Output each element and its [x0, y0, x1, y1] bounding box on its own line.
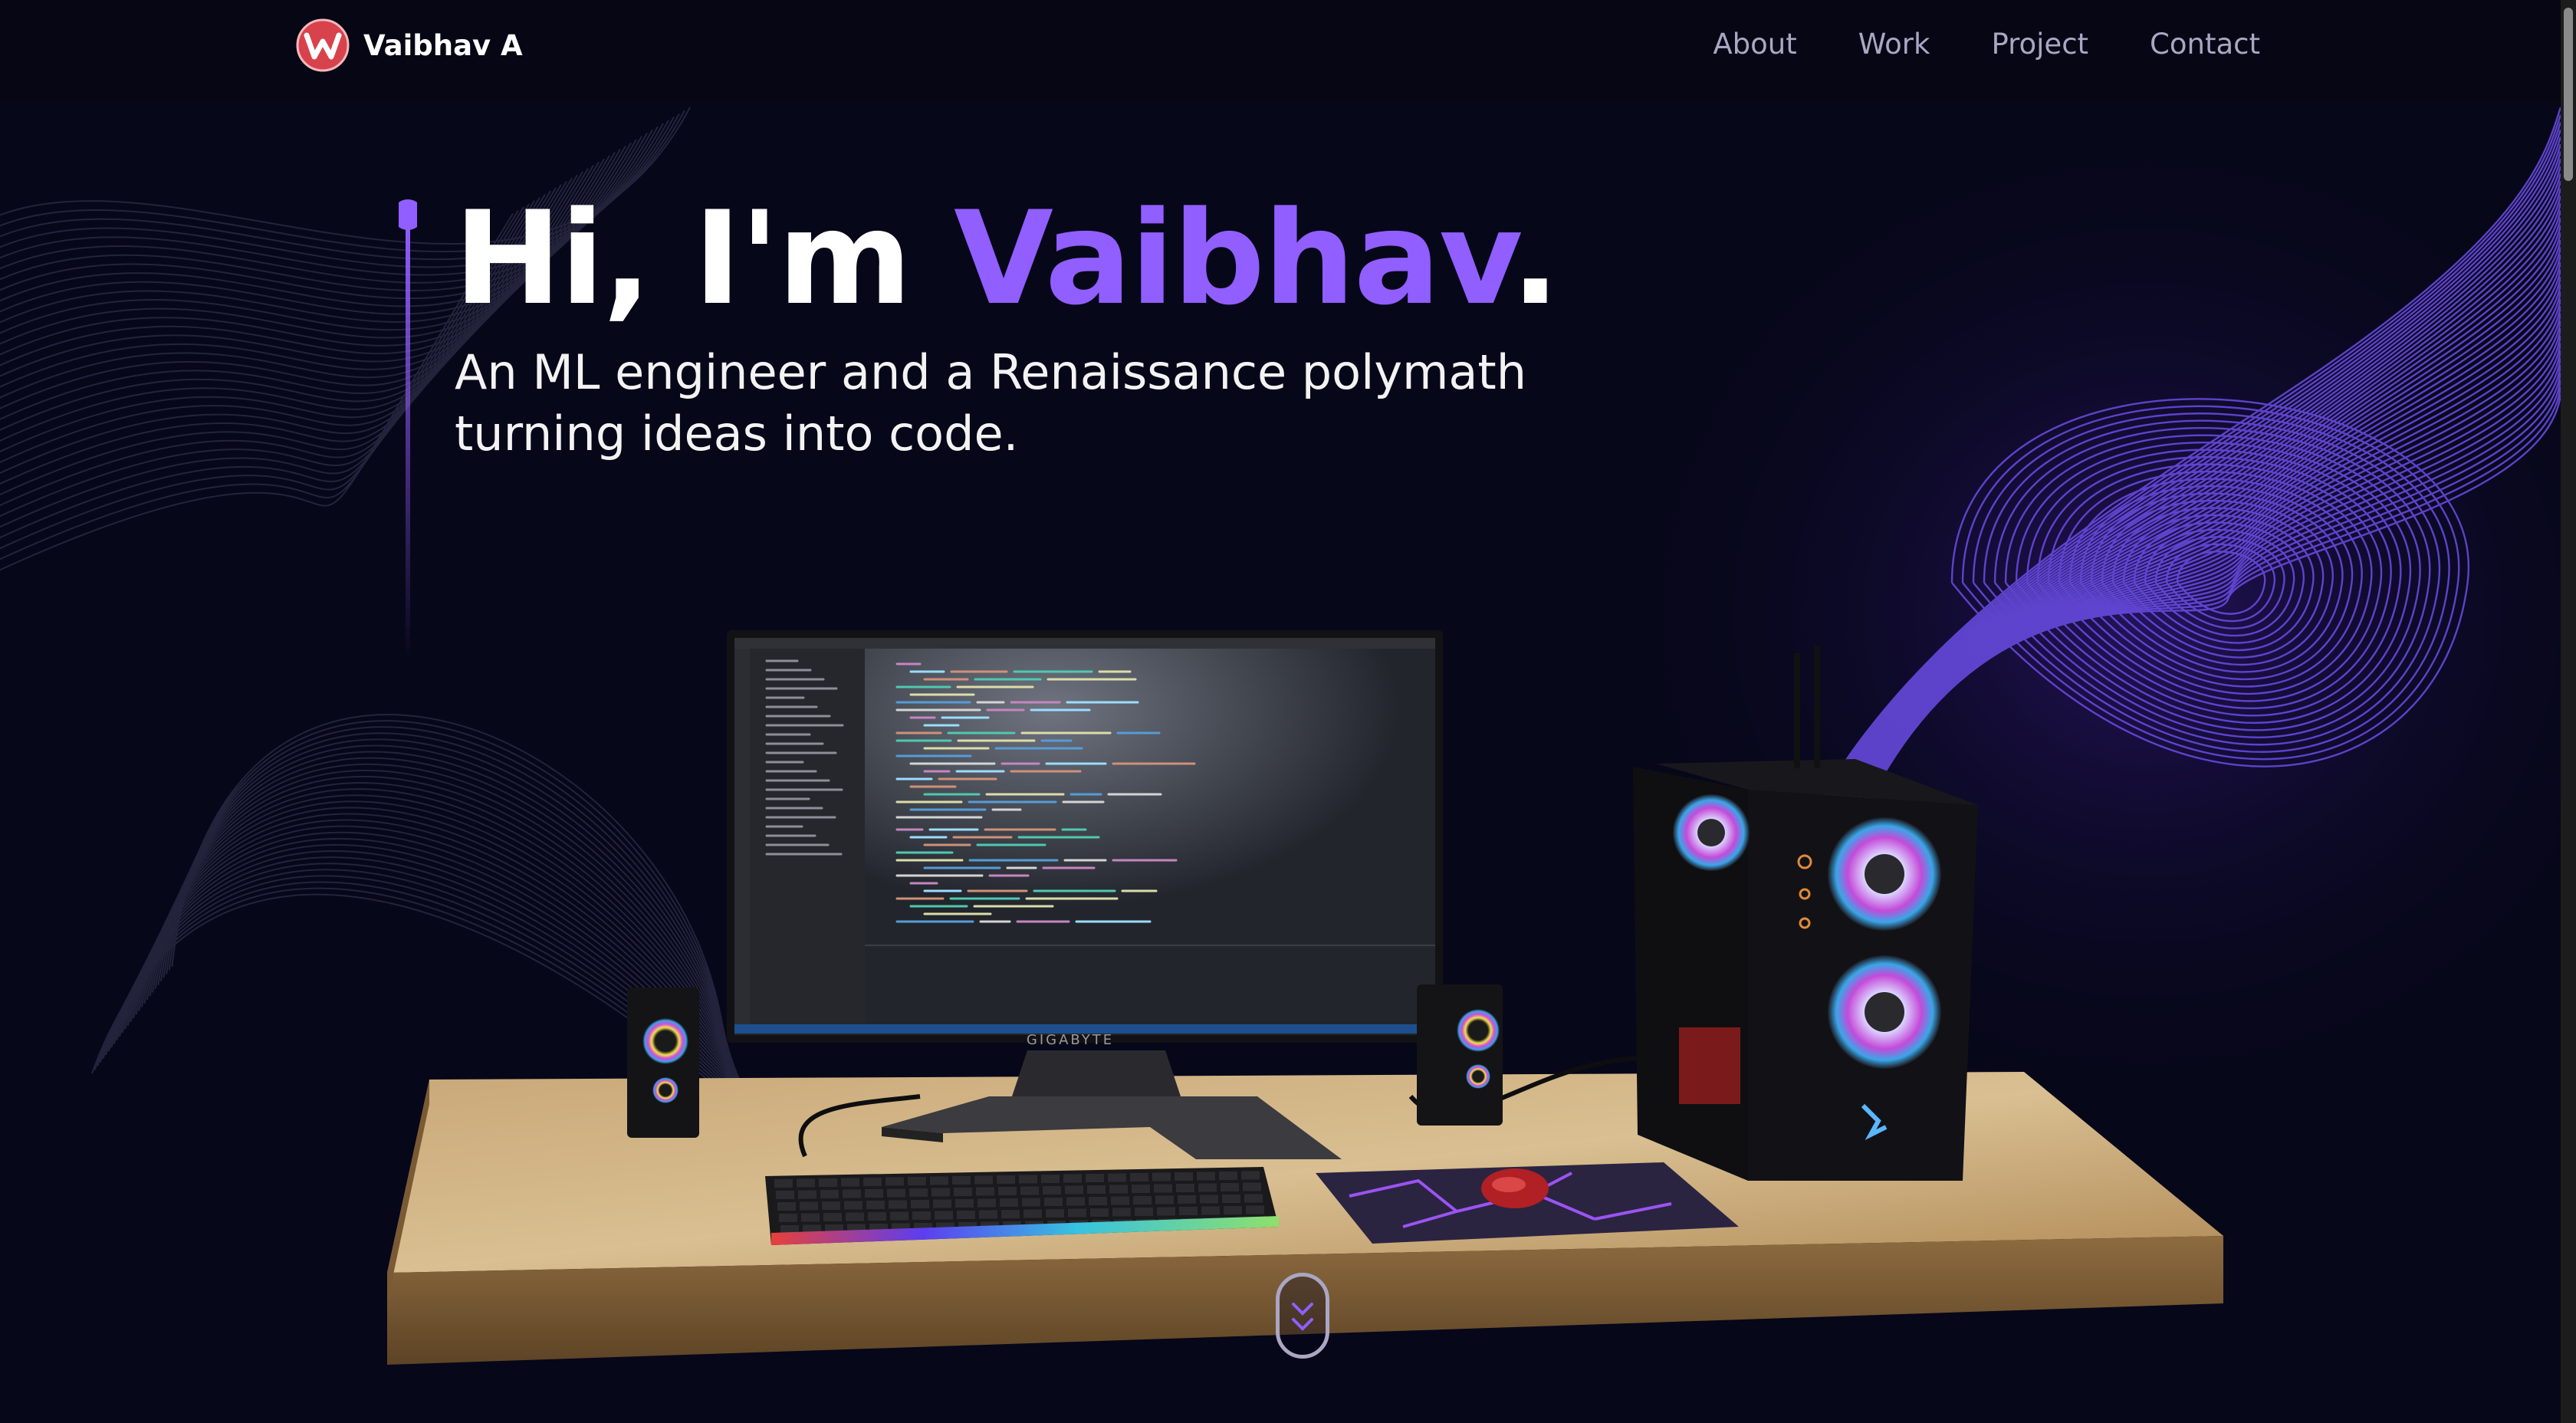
hero-title-prefix: Hi, I'm	[454, 183, 954, 334]
hero-accent-line	[399, 199, 417, 658]
hero-subtitle: An ML engineer and a Renaissance polymat…	[455, 342, 1559, 465]
brand-name: Vaibhav A	[363, 28, 523, 62]
hero-title-name: Vaibhav	[953, 183, 1513, 334]
nav-link-about[interactable]: About	[1713, 23, 1796, 66]
w-logo-icon	[296, 18, 350, 72]
top-navbar: Vaibhav A About Work Project Contact	[0, 0, 2561, 101]
monitor-brand: GIGABYTE	[1027, 1032, 1114, 1048]
hero-title-suffix: .	[1510, 183, 1560, 334]
hero-subtitle-line2: turning ideas into code.	[455, 406, 1019, 462]
hero-title: Hi, I'm Vaibhav.	[454, 178, 1560, 339]
brand-link[interactable]: Vaibhav A	[296, 18, 523, 72]
chevron-double-down-icon	[1292, 1303, 1313, 1331]
scroll-down-button[interactable]	[1276, 1273, 1329, 1359]
scrollbar-thumb[interactable]	[2564, 8, 2573, 181]
nav-link-project[interactable]: Project	[1991, 23, 2088, 66]
nav-link-work[interactable]: Work	[1858, 23, 1930, 66]
nav-links: About Work Project Contact	[1651, 23, 2260, 66]
page-scrollbar[interactable]	[2561, 0, 2576, 1423]
hero-subtitle-line1: An ML engineer and a Renaissance polymat…	[455, 344, 1526, 400]
nav-link-contact[interactable]: Contact	[2150, 23, 2260, 66]
portfolio-page: Vaibhav A About Work Project Contact Hi,…	[0, 0, 2576, 1423]
speaker-right	[1417, 984, 1503, 1126]
